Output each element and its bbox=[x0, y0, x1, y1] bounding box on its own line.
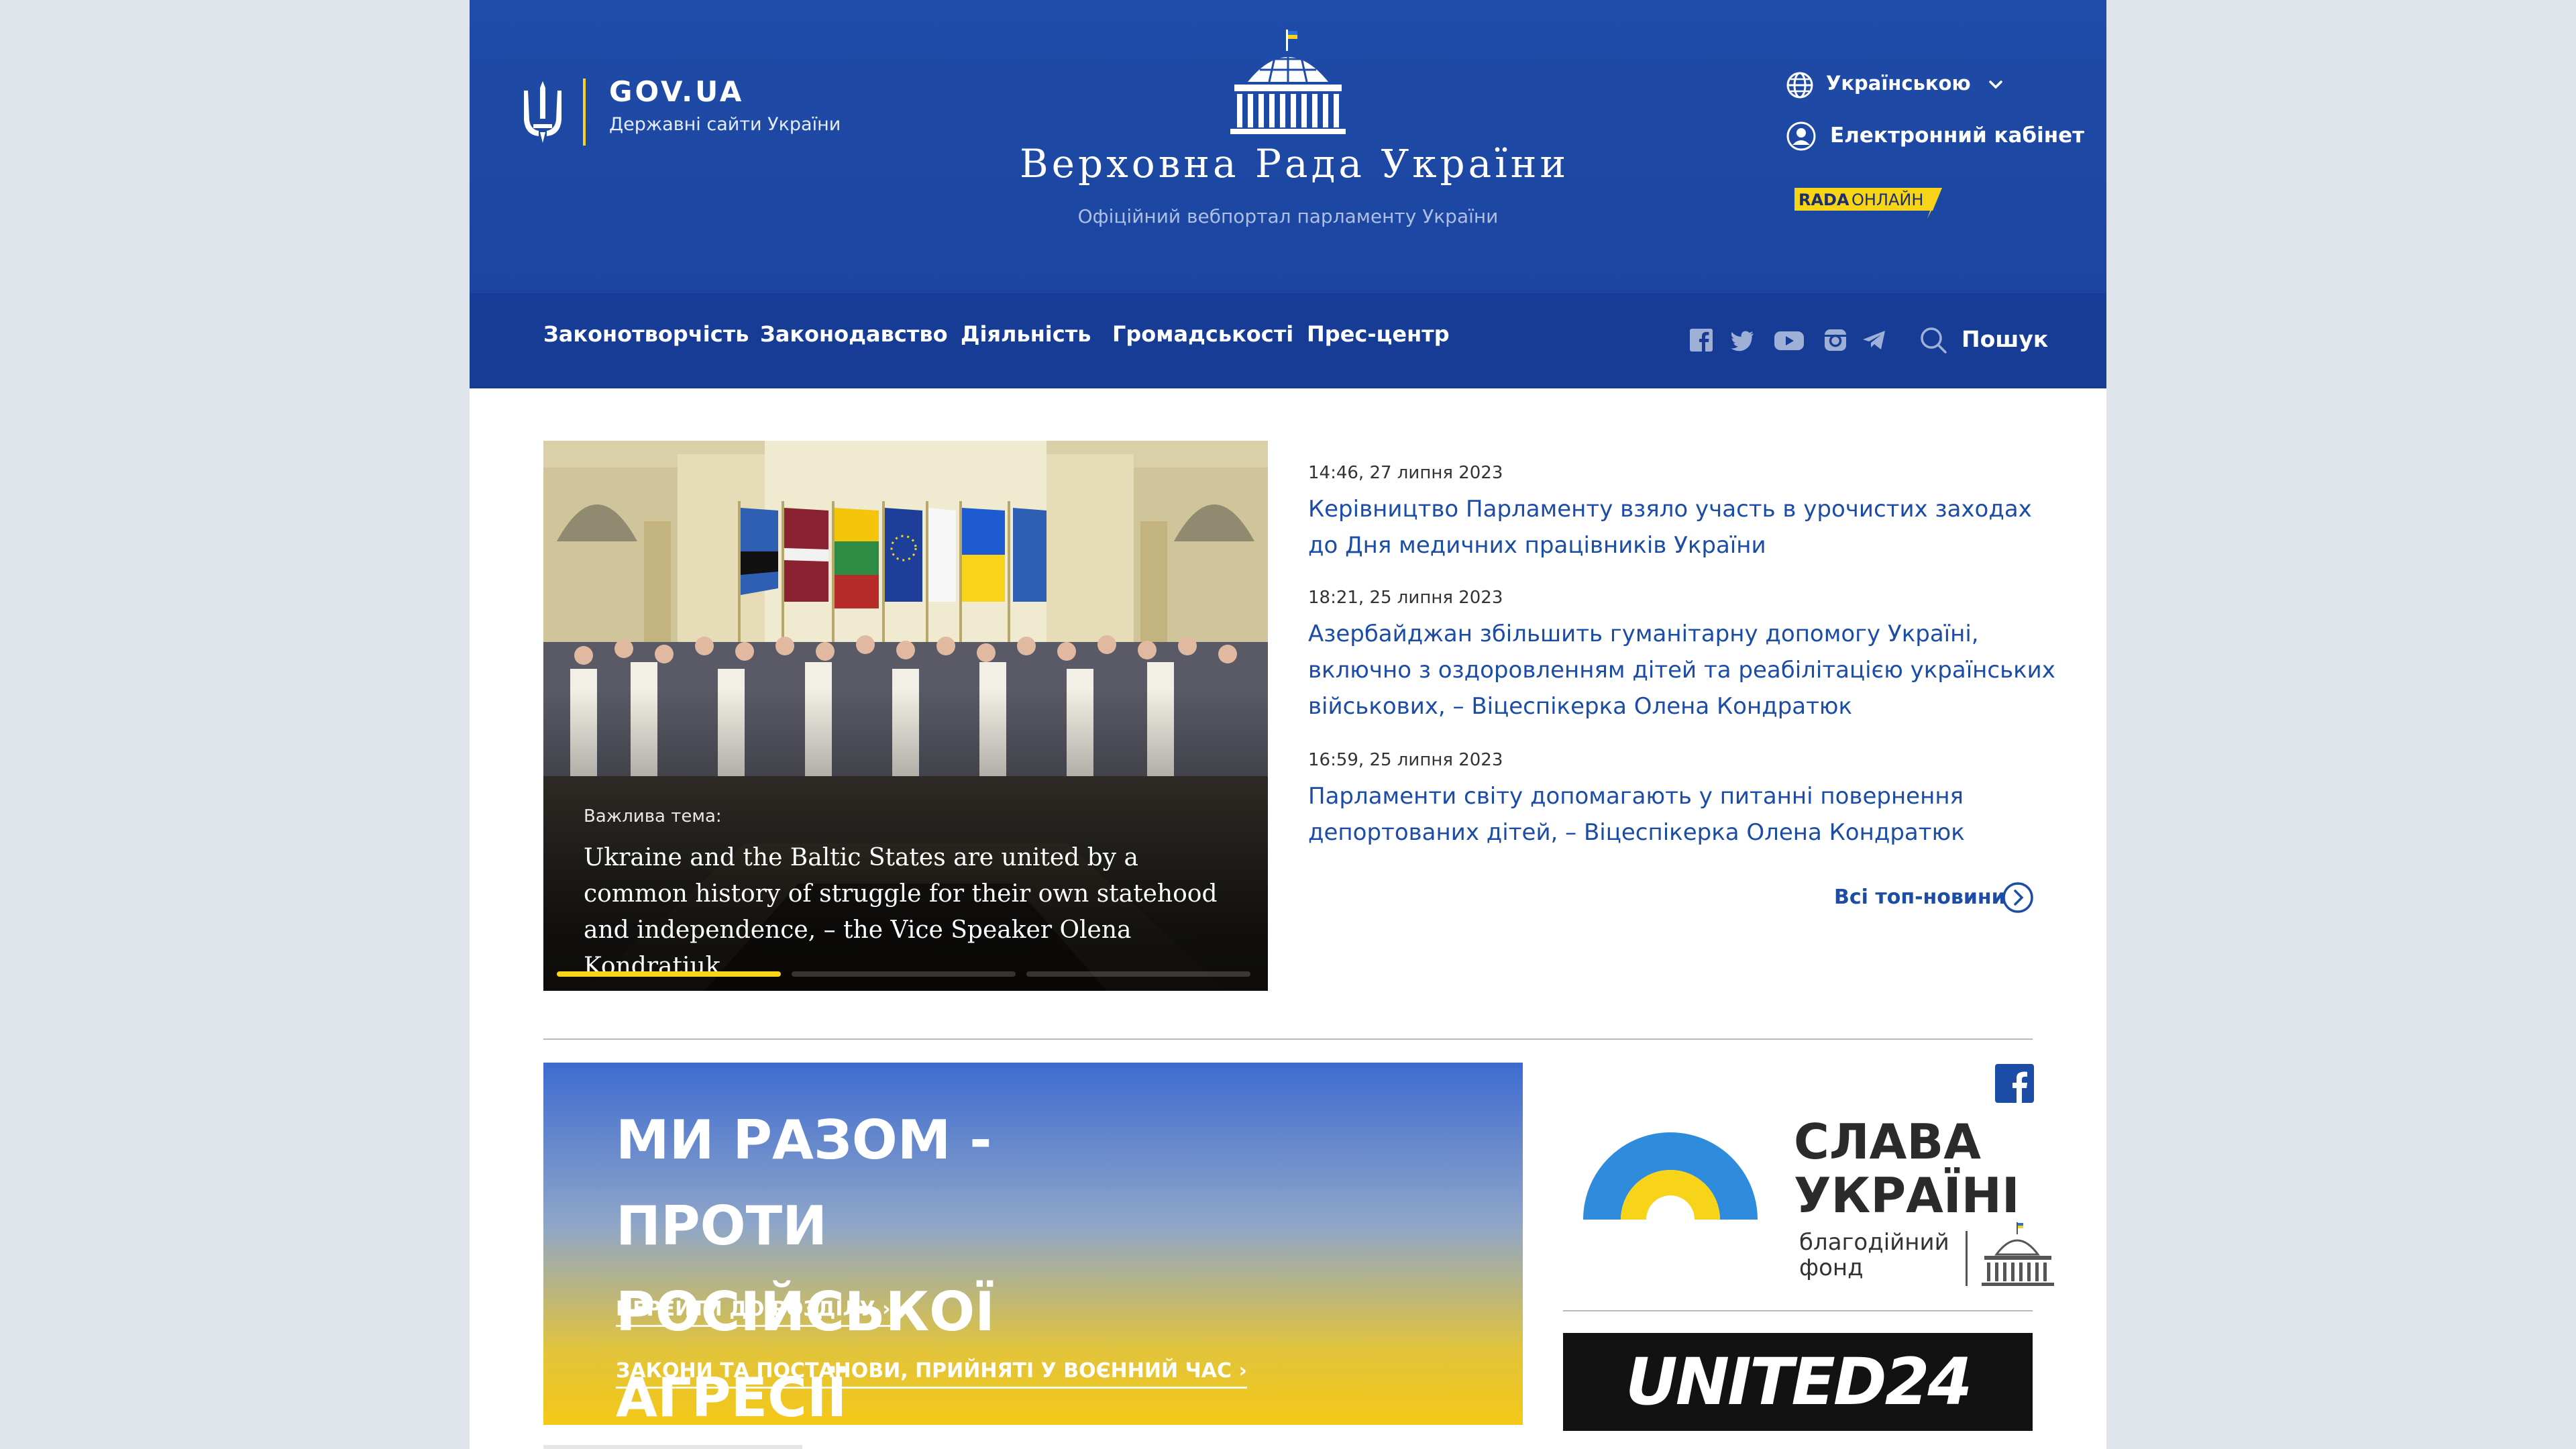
nav-item-activity[interactable]: Діяльність bbox=[961, 321, 1091, 347]
news-item: 18:21, 25 липня 2023 Азербайджан збільши… bbox=[1308, 588, 2059, 724]
user-icon bbox=[1786, 121, 1816, 151]
rada-online-text: ОНЛАЙН bbox=[1851, 191, 1924, 209]
news-date: 16:59, 25 липня 2023 bbox=[1308, 750, 1503, 770]
slava-ukraini-fund-banner[interactable]: СЛАВА УКРАЇНІ благодійний фонд bbox=[1576, 1100, 2059, 1295]
twitter-icon[interactable] bbox=[1729, 327, 1756, 354]
banner-link-section[interactable]: ПЕРЕЙТИ ДО РОЗДІЛУ › bbox=[616, 1297, 891, 1327]
slava-line1: СЛАВА bbox=[1794, 1114, 1981, 1170]
featured-slider[interactable]: Важлива тема: Ukraine and the Baltic Sta… bbox=[543, 441, 1268, 991]
trident-icon bbox=[524, 81, 561, 143]
united24-label: UNITED24 bbox=[1625, 1344, 1972, 1419]
parliament-building-logo[interactable] bbox=[1221, 28, 1355, 136]
telegram-icon[interactable] bbox=[1861, 327, 1888, 354]
banner-link-label: ПЕРЕЙТИ ДО РОЗДІЛУ bbox=[616, 1297, 875, 1321]
gov-subtitle: Державні сайти України bbox=[609, 114, 841, 135]
united24-banner[interactable]: UNITED24 bbox=[1563, 1333, 2033, 1431]
globe-icon bbox=[1786, 72, 1813, 99]
news-item: 16:59, 25 липня 2023 Парламенти світу до… bbox=[1308, 750, 2059, 851]
slava-line2: УКРАЇНІ bbox=[1794, 1167, 2020, 1224]
chevron-circle-right-icon bbox=[2002, 882, 2033, 913]
slide-dot[interactable] bbox=[792, 971, 1016, 977]
search-icon bbox=[1921, 327, 1947, 354]
section-divider bbox=[543, 1038, 2033, 1040]
page: GOV.UA Державні сайти України Верховна Р… bbox=[470, 0, 2106, 1449]
site-title[interactable]: Верховна Рада України bbox=[1020, 141, 1566, 186]
news-link[interactable]: Парламенти світу допомагають у питанні п… bbox=[1308, 778, 2059, 851]
gov-title: GOV.UA bbox=[609, 75, 745, 108]
main-nav: Законотворчість Законодавство Діяльність… bbox=[470, 293, 2106, 388]
site-header: GOV.UA Державні сайти України Верховна Р… bbox=[470, 0, 2106, 293]
chevron-right-icon: › bbox=[882, 1297, 891, 1321]
slava-separator bbox=[1966, 1231, 1968, 1286]
nav-item-press-center[interactable]: Прес-центр bbox=[1307, 321, 1450, 347]
parliament-building-icon bbox=[1982, 1222, 2054, 1286]
instagram-icon[interactable] bbox=[1822, 327, 1849, 354]
chevron-right-icon: › bbox=[1238, 1359, 1247, 1383]
rada-online-link[interactable]: RADA ОНЛАЙН bbox=[1794, 188, 1942, 219]
gov-separator bbox=[583, 78, 586, 146]
rada-online-rada: RADA bbox=[1799, 191, 1849, 209]
search-label: Пошук bbox=[1962, 326, 2049, 352]
slava-fund-line1: благодійний bbox=[1799, 1229, 1949, 1256]
featured-title[interactable]: Ukraine and the Baltic States are united… bbox=[584, 840, 1241, 985]
section-underline bbox=[543, 1445, 802, 1449]
language-label: Українською bbox=[1826, 72, 1971, 95]
facebook-icon[interactable] bbox=[1688, 327, 1715, 354]
news-date: 18:21, 25 липня 2023 bbox=[1308, 588, 1503, 608]
e-cabinet-label: Електронний кабінет bbox=[1830, 123, 2085, 148]
news-date: 14:46, 27 липня 2023 bbox=[1308, 463, 1503, 483]
banner-link-war-laws[interactable]: ЗАКОНИ ТА ПОСТАНОВИ, ПРИЙНЯТІ У ВОЄННИЙ … bbox=[616, 1359, 1247, 1389]
featured-kicker: Важлива тема: bbox=[584, 806, 722, 826]
youtube-icon[interactable] bbox=[1773, 327, 1805, 354]
nav-item-lawmaking[interactable]: Законотворчість bbox=[543, 321, 749, 347]
news-link[interactable]: Керівництво Парламенту взяло участь в ур… bbox=[1308, 491, 2059, 564]
all-top-news-label: Всі топ-новини bbox=[1834, 885, 2006, 909]
news-link[interactable]: Азербайджан збільшить гуманітарну допомо… bbox=[1308, 616, 2059, 724]
site-subtitle: Офіційний вебпортал парламенту України bbox=[1077, 205, 1499, 227]
right-column-divider bbox=[1563, 1310, 2033, 1311]
slide-dot-active[interactable] bbox=[557, 971, 781, 977]
news-item: 14:46, 27 липня 2023 Керівництво Парламе… bbox=[1308, 463, 2059, 564]
slide-dot[interactable] bbox=[1026, 971, 1250, 977]
banner-link-label: ЗАКОНИ ТА ПОСТАНОВИ, ПРИЙНЯТІ У ВОЄННИЙ … bbox=[616, 1359, 1232, 1383]
war-banner[interactable]: МИ РАЗОМ - ПРОТИ РОСІЙСЬКОЇ АГРЕСІЇ ПЕРЕ… bbox=[543, 1063, 1523, 1425]
chevron-down-icon bbox=[1989, 80, 2002, 89]
facebook-icon[interactable] bbox=[1995, 1064, 2034, 1103]
slava-fund-line2: фонд bbox=[1799, 1254, 1864, 1281]
nav-item-legislation[interactable]: Законодавство bbox=[760, 321, 948, 347]
slava-arc-logo bbox=[1583, 1132, 1758, 1220]
nav-item-public[interactable]: Громадськості bbox=[1112, 321, 1293, 347]
